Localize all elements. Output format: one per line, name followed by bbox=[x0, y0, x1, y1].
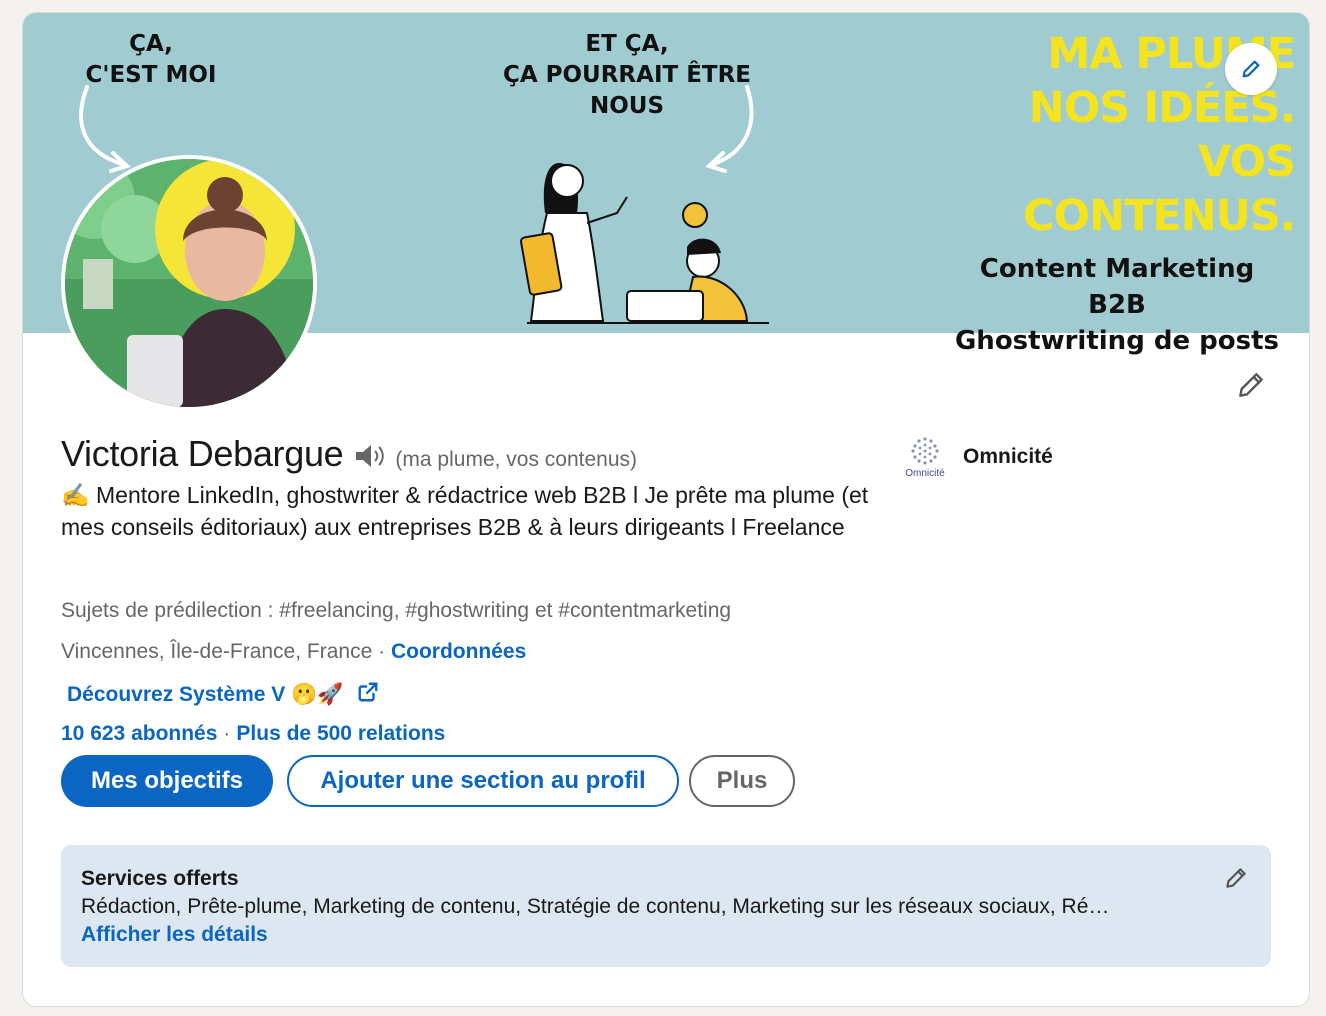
banner-illustration bbox=[520, 163, 769, 324]
company-logo-icon bbox=[911, 436, 939, 465]
current-company[interactable]: Omnicité Omnicité bbox=[899, 433, 1053, 481]
profile-headline: ✍️ Mentore LinkedIn, ghostwriter & rédac… bbox=[61, 482, 869, 540]
name-row: Victoria Debargue (ma plume, vos contenu… bbox=[61, 433, 637, 475]
banner-text-self: ÇA, C'EST MOI bbox=[85, 31, 217, 88]
services-list: Rédaction, Prête-plume, Marketing de con… bbox=[81, 895, 1110, 918]
banner-services: Content Marketing B2B Ghostwriting de po… bbox=[954, 254, 1280, 356]
profile-photo-image bbox=[65, 159, 313, 407]
profile-name: Victoria Debargue bbox=[61, 433, 344, 474]
contact-info-link[interactable]: Coordonnées bbox=[391, 640, 526, 663]
company-logo-caption: Omnicité bbox=[905, 467, 945, 479]
banner-edit-button[interactable] bbox=[1225, 43, 1277, 95]
profile-stats: 10 623 abonnés · Plus de 500 relations bbox=[61, 722, 445, 746]
services-details-link[interactable]: Afficher les détails bbox=[81, 921, 1251, 949]
followers-link[interactable]: 10 623 abonnés bbox=[61, 722, 217, 745]
profile-edit-button[interactable] bbox=[1233, 367, 1269, 403]
open-to-button[interactable]: Mes objectifs bbox=[61, 755, 273, 807]
company-logo: Omnicité bbox=[899, 433, 951, 481]
pencil-icon bbox=[1239, 373, 1263, 397]
banner-arrow-left bbox=[79, 85, 131, 173]
website-label: Découvrez Système V 🫢🚀 bbox=[67, 683, 344, 706]
profile-location: Vincennes, Île-de-France, France bbox=[61, 640, 373, 663]
pencil-icon bbox=[1226, 868, 1246, 888]
services-edit-button[interactable] bbox=[1223, 865, 1249, 896]
profile-location-row: Vincennes, Île-de-France, France · Coord… bbox=[61, 640, 526, 664]
location-separator: · bbox=[372, 640, 391, 663]
profile-topics: Sujets de prédilection : #freelancing, #… bbox=[61, 599, 732, 622]
add-profile-section-button[interactable]: Ajouter une section au profil bbox=[287, 755, 679, 807]
profile-photo[interactable] bbox=[61, 155, 317, 411]
stats-separator: · bbox=[223, 722, 231, 745]
pencil-icon bbox=[1242, 60, 1260, 78]
profile-card: ÇA, C'EST MOI ET ÇA, ÇA POURRAIT ÊTRE NO… bbox=[22, 12, 1310, 1007]
name-pronunciation: (ma plume, vos contenus) bbox=[395, 448, 638, 471]
services-title: Services offerts bbox=[81, 867, 239, 890]
website-link[interactable]: Découvrez Système V 🫢🚀 bbox=[67, 681, 379, 709]
external-link-icon bbox=[357, 681, 379, 709]
company-name: Omnicité bbox=[963, 445, 1053, 468]
connections-link[interactable]: Plus de 500 relations bbox=[236, 722, 445, 745]
more-button[interactable]: Plus bbox=[689, 755, 795, 807]
services-panel: Services offerts Rédaction, Prête-plume,… bbox=[61, 845, 1271, 967]
speaker-icon[interactable] bbox=[353, 442, 387, 475]
